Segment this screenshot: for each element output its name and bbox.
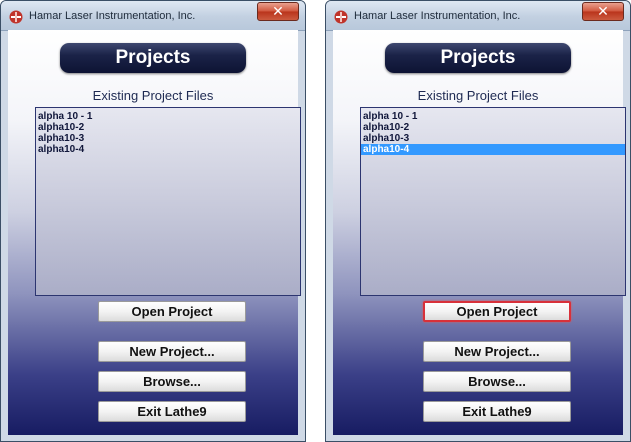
browse-button[interactable]: Browse...: [98, 371, 246, 392]
projects-window-right: Hamar Laser Instrumentation, Inc. ✕ Proj…: [325, 0, 631, 442]
projects-window-left: Hamar Laser Instrumentation, Inc. ✕ Proj…: [0, 0, 306, 442]
list-item[interactable]: alpha10-2: [361, 122, 625, 133]
exit-button[interactable]: Exit Lathe9: [98, 401, 246, 422]
list-item[interactable]: alpha 10 - 1: [361, 111, 625, 122]
list-item[interactable]: alpha10-2: [36, 122, 300, 133]
title-bar[interactable]: Hamar Laser Instrumentation, Inc. ✕: [326, 1, 630, 31]
client-area: Projects Existing Project Files alpha 10…: [333, 30, 626, 435]
page-title: Projects: [60, 43, 246, 73]
window-title: Hamar Laser Instrumentation, Inc.: [29, 10, 196, 22]
list-item[interactable]: alpha 10 - 1: [36, 111, 300, 122]
open-project-button[interactable]: Open Project: [423, 301, 571, 322]
list-item-selected[interactable]: alpha10-4: [361, 144, 625, 155]
close-button[interactable]: ✕: [257, 2, 299, 21]
client-area: Projects Existing Project Files alpha 10…: [8, 30, 301, 435]
list-item[interactable]: alpha10-3: [36, 133, 300, 144]
exit-button[interactable]: Exit Lathe9: [423, 401, 571, 422]
hamar-laser-logo-icon: [334, 10, 348, 24]
open-project-button[interactable]: Open Project: [98, 301, 246, 322]
list-item[interactable]: alpha10-3: [361, 133, 625, 144]
close-icon: ✕: [597, 4, 609, 20]
new-project-button[interactable]: New Project...: [423, 341, 571, 362]
existing-files-label: Existing Project Files: [92, 88, 214, 103]
existing-files-label: Existing Project Files: [417, 88, 539, 103]
close-icon: ✕: [272, 4, 284, 20]
new-project-button[interactable]: New Project...: [98, 341, 246, 362]
page-title: Projects: [385, 43, 571, 73]
list-item[interactable]: alpha10-4: [36, 144, 300, 155]
hamar-laser-logo-icon: [9, 10, 23, 24]
window-title: Hamar Laser Instrumentation, Inc.: [354, 10, 521, 22]
title-bar[interactable]: Hamar Laser Instrumentation, Inc. ✕: [1, 1, 305, 31]
project-file-list[interactable]: alpha 10 - 1 alpha10-2 alpha10-3 alpha10…: [35, 107, 301, 296]
browse-button[interactable]: Browse...: [423, 371, 571, 392]
project-file-list[interactable]: alpha 10 - 1 alpha10-2 alpha10-3 alpha10…: [360, 107, 626, 296]
close-button[interactable]: ✕: [582, 2, 624, 21]
